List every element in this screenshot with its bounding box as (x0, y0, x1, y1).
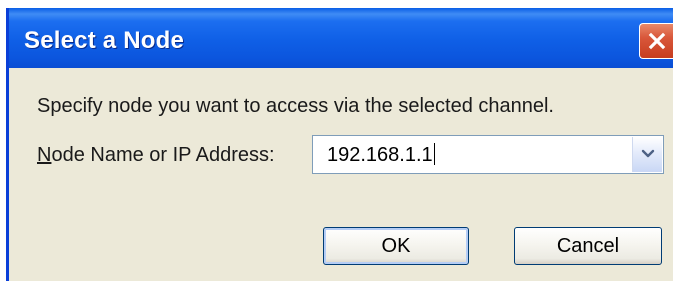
node-name-label-mnemonic: N (37, 144, 52, 166)
dropdown-button[interactable] (632, 137, 662, 172)
window-title: Select a Node (24, 27, 184, 54)
node-name-label-text: ode Name or IP Address: (51, 144, 275, 166)
chevron-down-icon (641, 146, 655, 164)
cancel-button[interactable]: Cancel (514, 227, 662, 265)
close-button[interactable] (639, 23, 673, 59)
node-address-input[interactable]: 192.168.1.1 (327, 143, 435, 167)
text-caret (433, 143, 435, 165)
node-name-label: Node Name or IP Address: (37, 144, 275, 167)
node-address-combobox[interactable]: 192.168.1.1 (312, 135, 664, 174)
node-address-value: 192.168.1.1 (327, 144, 433, 166)
dialog-body: Specify node you want to access via the … (9, 68, 673, 281)
title-bar[interactable]: Select a Node (9, 8, 673, 68)
select-node-dialog: Select a Node Specify node you want to a… (6, 8, 673, 281)
ok-button[interactable]: OK (323, 227, 469, 265)
instruction-text: Specify node you want to access via the … (37, 95, 554, 117)
close-icon (647, 31, 667, 51)
